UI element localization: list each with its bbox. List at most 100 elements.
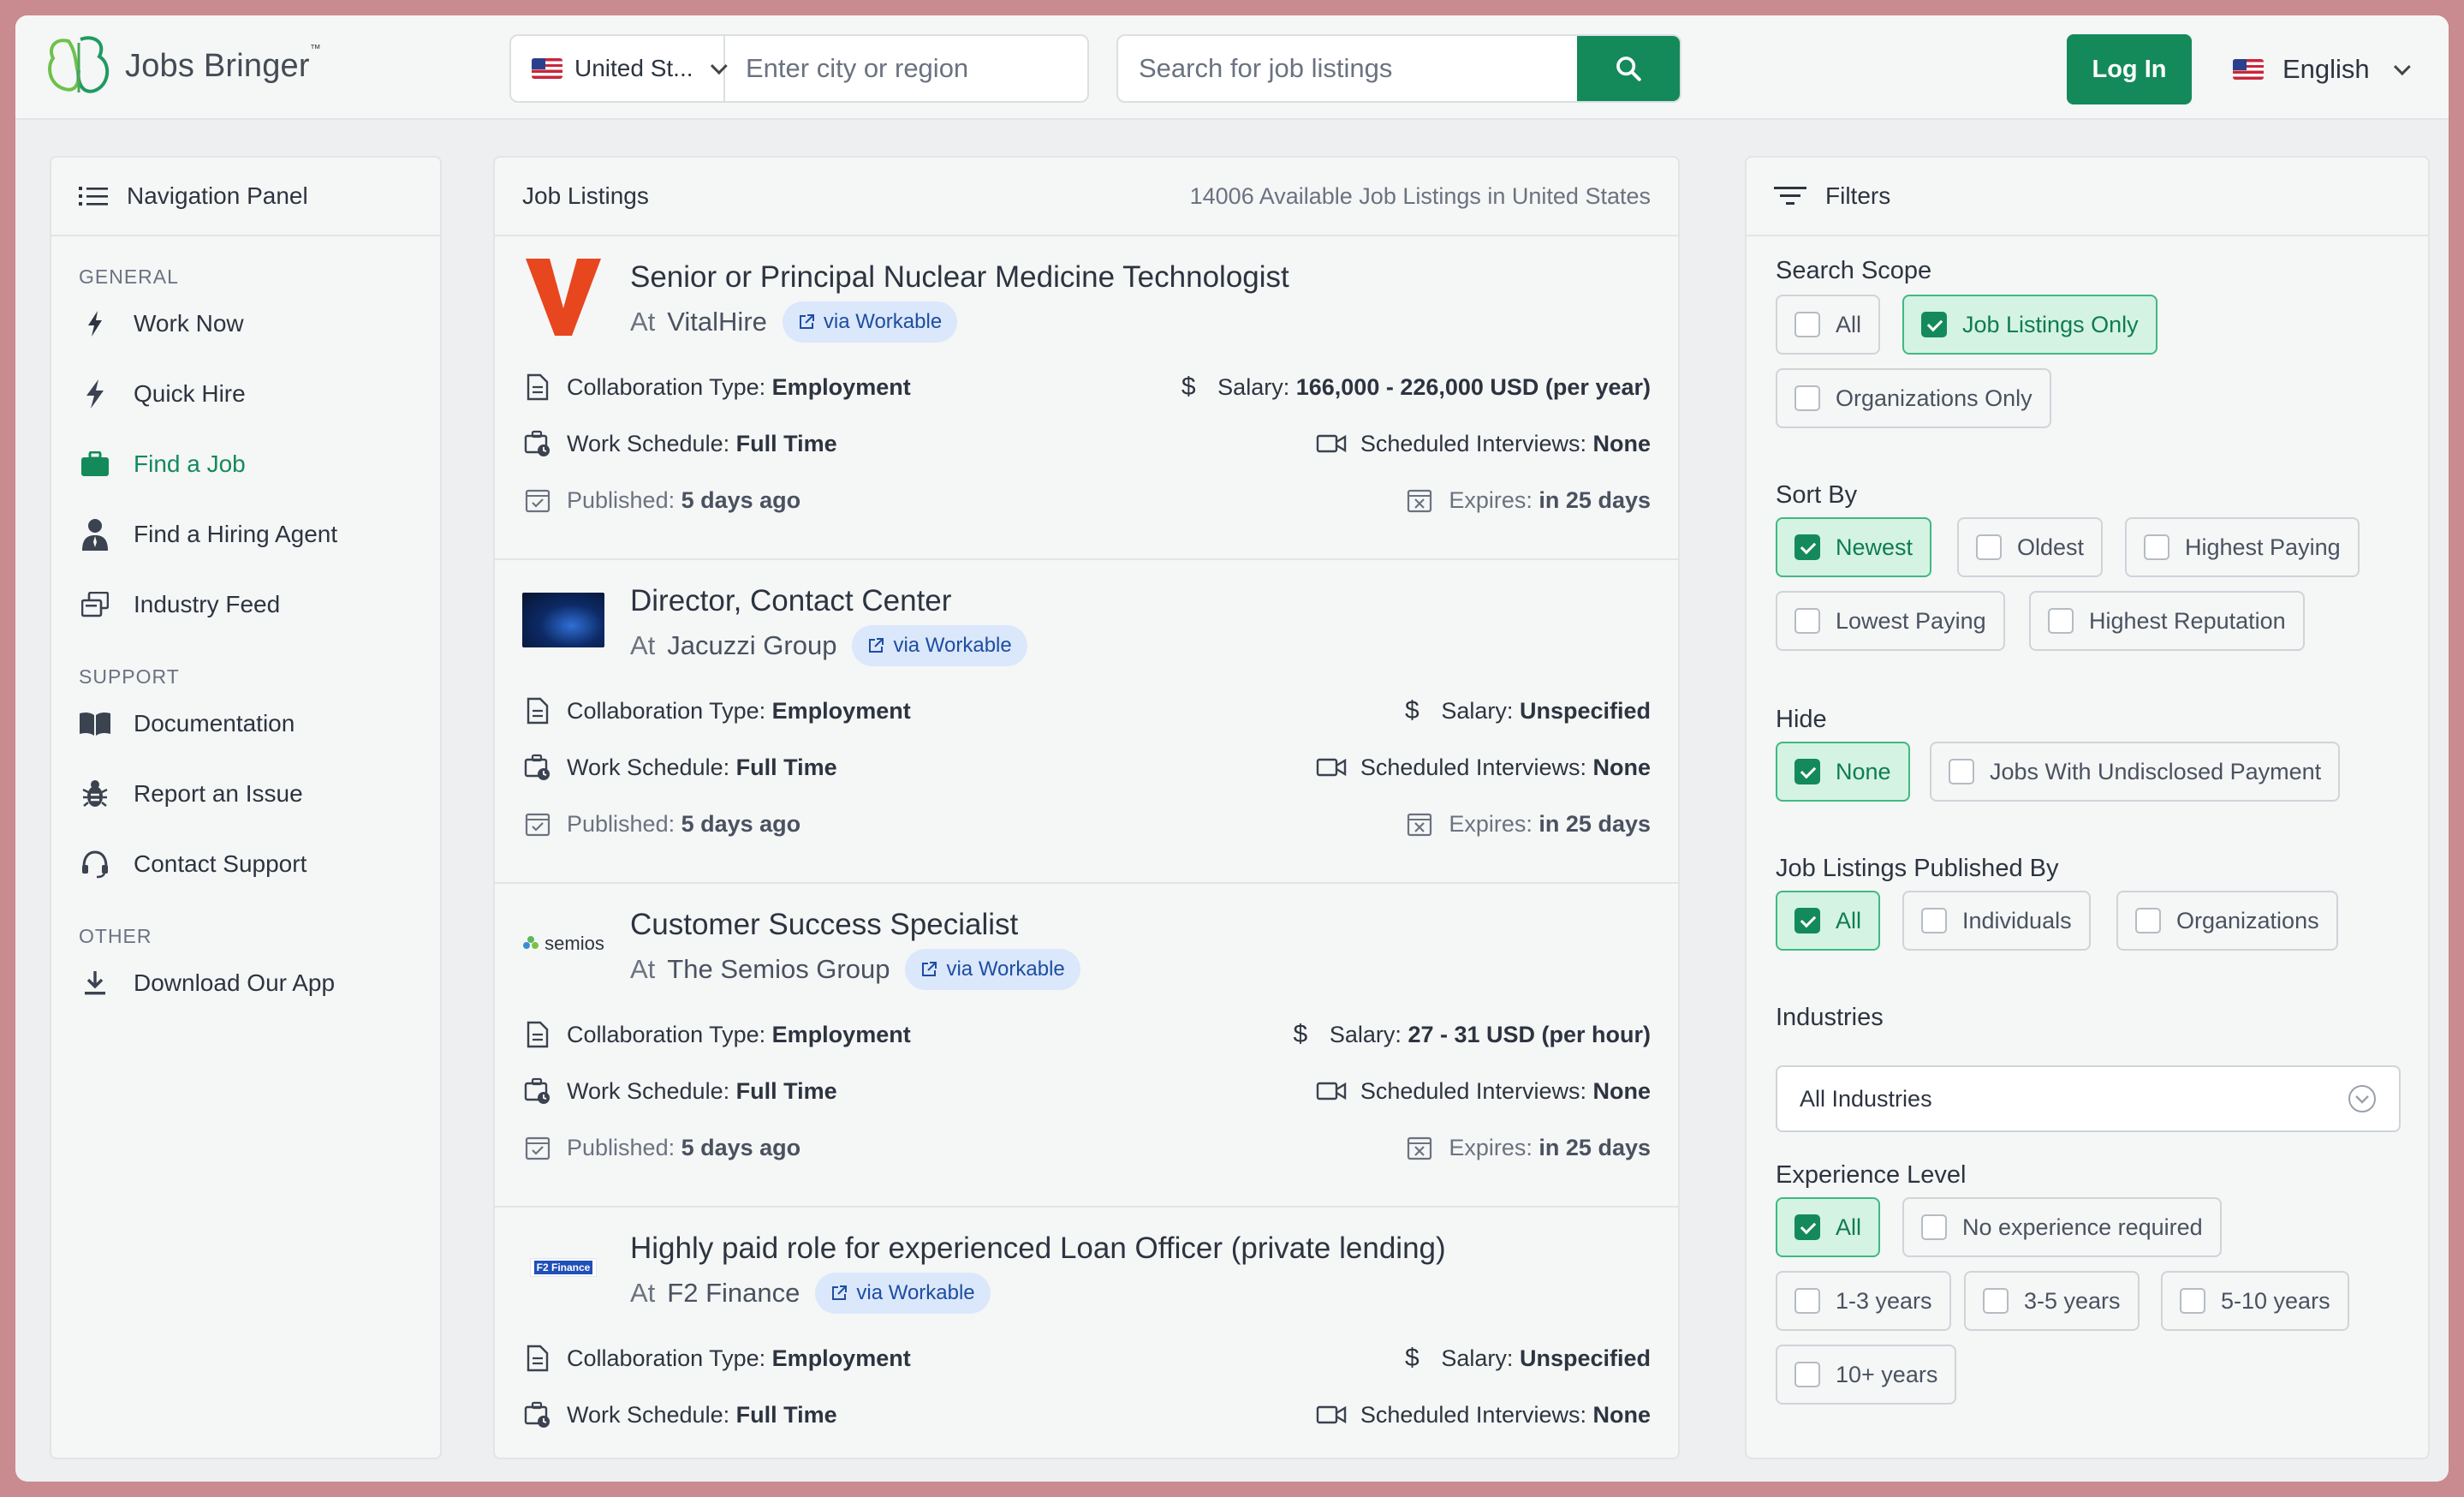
hide-undisclosed-payment-checkbox[interactable]: Jobs With Undisclosed Payment <box>1930 742 2341 802</box>
expires: Expires: in 25 days <box>1404 1132 1651 1163</box>
language-select[interactable]: English <box>2233 34 2411 104</box>
sort-oldest-checkbox[interactable]: Oldest <box>1957 517 2104 577</box>
sort-highest-reputation-checkbox[interactable]: Highest Reputation <box>2029 591 2305 651</box>
nav-item-find-a-job[interactable]: Find a Job <box>51 429 440 499</box>
hide-title: Hide <box>1776 706 1827 733</box>
app-name: Jobs Bringer™ <box>125 41 321 84</box>
dollar-icon: $ <box>1181 373 1196 401</box>
company-row: At VitalHire via Workable <box>630 301 958 343</box>
work-schedule: Work Schedule: Full Time <box>522 1076 837 1106</box>
headset-icon <box>79 848 111 880</box>
search-group <box>1116 34 1681 103</box>
industries-select[interactable]: All Industries <box>1776 1065 2401 1132</box>
company-name[interactable]: VitalHire <box>667 307 767 337</box>
collaboration-type: Collaboration Type: Employment <box>522 372 911 403</box>
job-title[interactable]: Customer Success Specialist <box>630 908 1018 942</box>
vitalhire-logo <box>522 255 604 337</box>
sort-lowest-paying-checkbox[interactable]: Lowest Paying <box>1776 591 2005 651</box>
company-name[interactable]: Jacuzzi Group <box>667 630 836 661</box>
published-by-organizations-checkbox[interactable]: Organizations <box>2116 891 2338 951</box>
at-label: At <box>630 307 656 337</box>
expires: Expires: in 25 days <box>1404 485 1651 516</box>
briefcase-clock-icon <box>522 1399 553 1430</box>
nav-item-find-a-hiring-agent[interactable]: Find a Hiring Agent <box>51 499 440 570</box>
download-icon <box>79 967 111 999</box>
city-input[interactable] <box>725 36 1087 101</box>
chevron-circle-icon <box>2348 1085 2376 1112</box>
filters-panel: Filters Search Scope All Job Listings On… <box>1745 156 2430 1459</box>
salary: $ Salary: 27 - 31 USD (per hour) <box>1285 1019 1651 1050</box>
job-row-2: Work Schedule: Full Time Scheduled Inter… <box>522 426 1651 461</box>
company-name[interactable]: F2 Finance <box>667 1278 800 1309</box>
hide-none-checkbox[interactable]: None <box>1776 742 1910 802</box>
dollar-icon: $ <box>1293 1020 1308 1048</box>
us-flag-icon <box>2233 59 2264 80</box>
search-button[interactable] <box>1577 36 1680 101</box>
scheduled-interviews: Scheduled Interviews: None <box>1316 1076 1651 1106</box>
search-input[interactable] <box>1118 36 1577 101</box>
nav-section-support: SUPPORT <box>79 665 180 688</box>
nav-item-documentation[interactable]: Documentation <box>51 689 440 759</box>
job-title[interactable]: Senior or Principal Nuclear Medicine Tec… <box>630 260 1289 295</box>
experience-10-plus-years-checkbox[interactable]: 10+ years <box>1776 1345 1957 1405</box>
nav-item-work-now[interactable]: Work Now <box>51 289 440 359</box>
app-logo[interactable]: Jobs Bringer™ <box>43 33 321 99</box>
external-link-icon <box>799 314 814 329</box>
company-name[interactable]: The Semios Group <box>667 954 890 985</box>
nav-item-industry-feed[interactable]: Industry Feed <box>51 570 440 640</box>
top-header: Jobs Bringer™ United St... Log In Englis… <box>15 15 2449 120</box>
job-card[interactable]: semios Customer Success Specialist At Th… <box>495 884 1678 1208</box>
document-icon <box>522 695 553 726</box>
book-icon <box>79 707 111 740</box>
video-icon <box>1316 1399 1347 1430</box>
collaboration-type: Collaboration Type: Employment <box>522 695 911 726</box>
job-title[interactable]: Director, Contact Center <box>630 584 951 618</box>
sort-by-title: Sort By <box>1776 481 1858 509</box>
feed-icon <box>79 588 111 621</box>
job-title[interactable]: Highly paid role for experienced Loan Of… <box>630 1232 1446 1266</box>
scope-organizations-only-checkbox[interactable]: Organizations Only <box>1776 368 2051 428</box>
at-label: At <box>630 954 656 984</box>
agent-icon <box>79 518 111 551</box>
experience-5-10-years-checkbox[interactable]: 5-10 years <box>2161 1271 2349 1331</box>
f2finance-logo: F2 Finance <box>522 1226 604 1309</box>
us-flag-icon <box>532 58 562 79</box>
briefcase-clock-icon <box>522 752 553 783</box>
nav-item-contact-support[interactable]: Contact Support <box>51 829 440 899</box>
sort-newest-checkbox[interactable]: Newest <box>1776 517 1932 577</box>
video-icon <box>1316 752 1347 783</box>
scope-all-checkbox[interactable]: All <box>1776 295 1881 355</box>
login-button[interactable]: Log In <box>2067 34 2192 104</box>
nav-item-report-an-issue[interactable]: Report an Issue <box>51 759 440 829</box>
sort-highest-paying-checkbox[interactable]: Highest Paying <box>2125 517 2360 577</box>
nav-item-quick-hire[interactable]: Quick Hire <box>51 359 440 429</box>
briefcase-icon <box>79 448 111 480</box>
experience-1-3-years-checkbox[interactable]: 1-3 years <box>1776 1271 1951 1331</box>
experience-none-required-checkbox[interactable]: No experience required <box>1902 1197 2222 1257</box>
job-row-2: Work Schedule: Full Time Scheduled Inter… <box>522 1398 1651 1432</box>
job-card[interactable]: Director, Contact Center At Jacuzzi Grou… <box>495 560 1678 884</box>
published: Published: 5 days ago <box>522 808 801 839</box>
nav-item-download-our-app[interactable]: Download Our App <box>51 948 440 1018</box>
source-badge[interactable]: via Workable <box>852 625 1027 666</box>
external-link-icon <box>869 638 884 653</box>
published-by-individuals-checkbox[interactable]: Individuals <box>1902 891 2091 951</box>
video-icon <box>1316 428 1347 459</box>
job-card[interactable]: Senior or Principal Nuclear Medicine Tec… <box>495 236 1678 560</box>
experience-all-checkbox[interactable]: All <box>1776 1197 1881 1257</box>
scheduled-interviews: Scheduled Interviews: None <box>1316 752 1651 783</box>
briefcase-clock-icon <box>522 428 553 459</box>
source-badge[interactable]: via Workable <box>815 1273 991 1314</box>
source-badge[interactable]: via Workable <box>905 949 1080 990</box>
country-select[interactable]: United St... <box>511 36 728 101</box>
published-by-all-checkbox[interactable]: All <box>1776 891 1881 951</box>
source-badge[interactable]: via Workable <box>782 301 958 343</box>
scope-job-listings-only-checkbox[interactable]: Job Listings Only <box>1902 295 2157 355</box>
job-card[interactable]: F2 Finance Highly paid role for experien… <box>495 1208 1678 1458</box>
industries-value: All Industries <box>1800 1085 1932 1112</box>
search-icon <box>1616 57 1641 81</box>
published: Published: 5 days ago <box>522 1132 801 1163</box>
experience-3-5-years-checkbox[interactable]: 3-5 years <box>1964 1271 2140 1331</box>
navigation-panel: Navigation Panel GENERAL Work Now Quick … <box>50 156 442 1459</box>
nav-panel-header: Navigation Panel <box>51 158 440 236</box>
